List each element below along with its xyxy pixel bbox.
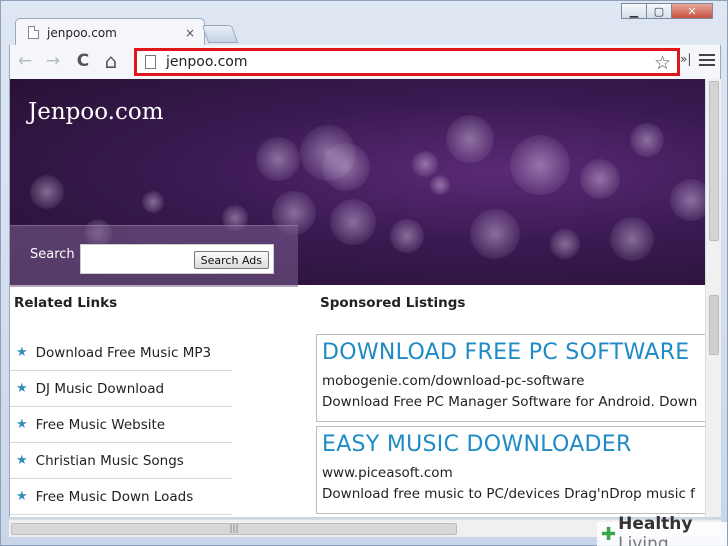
page-icon: [28, 26, 39, 39]
window-controls: ▁ ▢ ✕: [621, 3, 713, 19]
maximize-button[interactable]: ▢: [646, 3, 672, 19]
star-icon: ★: [16, 453, 28, 468]
browser-window: ▁ ▢ ✕ jenpoo.com × ← → C ⌂ jenpoo.com ☆ …: [0, 0, 728, 546]
star-icon: ★: [16, 381, 28, 396]
list-item[interactable]: ★ Christian Music Songs: [10, 443, 232, 479]
link-label[interactable]: Free Music Website: [36, 417, 165, 433]
watermark: ✚ Healthy Living: [597, 514, 727, 546]
extensions-overflow-icon[interactable]: »|: [680, 52, 691, 66]
list-item[interactable]: ★ Free Music Website: [10, 407, 232, 443]
link-label[interactable]: DJ Music Download: [36, 381, 164, 397]
search-label: Search: [30, 247, 75, 262]
page-icon: [145, 55, 156, 69]
list-item[interactable]: ★ Free Music Down Loads: [10, 479, 232, 515]
list-item[interactable]: ★ DJ Music Download: [10, 371, 232, 407]
new-tab-button[interactable]: [201, 25, 239, 43]
search-ads-button[interactable]: Search Ads: [193, 251, 269, 269]
ad-title[interactable]: DOWNLOAD FREE PC SOFTWARE: [322, 340, 705, 365]
ad-url: www.piceasoft.com: [322, 465, 453, 481]
star-icon: ★: [16, 345, 28, 360]
star-icon: ★: [16, 489, 28, 504]
site-title[interactable]: Jenpoo.com: [28, 99, 164, 125]
browser-toolbar: ← → C ⌂ jenpoo.com ☆ »|: [9, 45, 721, 79]
ad-description: Download Free PC Manager Software for An…: [322, 394, 698, 410]
link-label[interactable]: Download Free Music MP3: [36, 345, 211, 361]
forward-arrow-icon[interactable]: →: [42, 50, 64, 72]
url-text: jenpoo.com: [166, 54, 248, 70]
star-icon: ★: [16, 417, 28, 432]
sponsored-listing[interactable]: EASY MUSIC DOWNLOADER www.piceasoft.com …: [316, 426, 705, 514]
sponsored-listings-heading: Sponsored Listings: [320, 295, 466, 311]
link-label[interactable]: Free Music Down Loads: [36, 489, 194, 505]
cross-logo-icon: ✚: [601, 523, 617, 545]
vertical-scrollbar[interactable]: [705, 79, 721, 517]
home-icon[interactable]: ⌂: [100, 49, 122, 73]
link-label[interactable]: Christian Music Songs: [36, 453, 184, 469]
ad-description: Download free music to PC/devices Drag'n…: [322, 486, 695, 502]
related-links-heading: Related Links: [14, 295, 118, 311]
sponsored-listing[interactable]: DOWNLOAD FREE PC SOFTWARE mobogenie.com/…: [316, 334, 705, 422]
search-input[interactable]: Search Ads: [80, 244, 274, 274]
menu-icon[interactable]: [699, 50, 715, 70]
scrollbar-thumb[interactable]: [709, 81, 719, 241]
ad-url: mobogenie.com/download-pc-software: [322, 373, 585, 389]
back-arrow-icon[interactable]: ←: [14, 50, 36, 72]
scrollbar-thumb[interactable]: [709, 295, 719, 355]
minimize-button[interactable]: ▁: [621, 3, 647, 19]
watermark-text: Healthy Living: [618, 514, 693, 546]
related-links-list: ★ Download Free Music MP3 ★ DJ Music Downl…: [10, 335, 232, 515]
scrollbar-thumb[interactable]: |||: [11, 523, 457, 535]
tab-close-icon[interactable]: ×: [185, 26, 195, 40]
address-bar[interactable]: jenpoo.com ☆: [134, 48, 680, 76]
ad-title[interactable]: EASY MUSIC DOWNLOADER: [322, 432, 705, 457]
close-button[interactable]: ✕: [671, 3, 713, 19]
reload-icon[interactable]: C: [72, 50, 94, 72]
tab-title: jenpoo.com: [47, 25, 117, 40]
bookmark-star-icon[interactable]: ☆: [654, 52, 671, 74]
page-viewport: Jenpoo.com Search Search Ads Related Lin…: [9, 79, 705, 517]
browser-tab[interactable]: jenpoo.com ×: [15, 18, 205, 46]
list-item[interactable]: ★ Download Free Music MP3: [10, 335, 232, 371]
site-banner: Jenpoo.com Search Search Ads: [10, 79, 705, 287]
search-panel: Search Search Ads: [10, 225, 298, 287]
